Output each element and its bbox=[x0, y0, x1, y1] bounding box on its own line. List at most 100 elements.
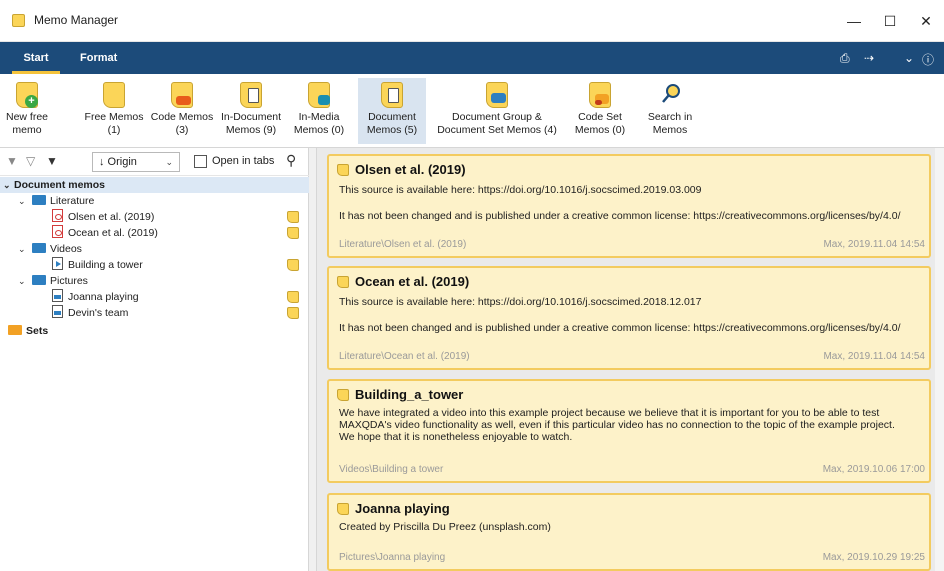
tree-item-ocean[interactable]: Ocean et al. (2019) bbox=[52, 225, 158, 241]
pane-splitter[interactable] bbox=[309, 148, 317, 571]
image-document-icon bbox=[52, 305, 63, 318]
memo-icon bbox=[337, 276, 349, 288]
free-memos-icon bbox=[103, 82, 125, 108]
memo-title: Olsen et al. (2019) bbox=[355, 162, 466, 177]
tab-format[interactable]: Format bbox=[80, 42, 117, 74]
code-memos-button[interactable]: Code Memos (3) bbox=[150, 78, 214, 144]
memo-path: Videos\Building a tower bbox=[339, 464, 444, 475]
new-free-memo-button[interactable]: + New free memo bbox=[4, 78, 50, 144]
memo-text-line: We hope that it is nonetheless enjoyable… bbox=[339, 431, 573, 443]
folder-icon bbox=[32, 195, 46, 205]
memo-icon bbox=[337, 503, 349, 515]
memo-text-line: This source is available here: https://d… bbox=[339, 184, 702, 196]
help-icon[interactable]: ⓘ bbox=[922, 51, 934, 68]
app-memo-icon bbox=[12, 14, 25, 27]
maximize-button[interactable]: ☐ bbox=[872, 8, 908, 34]
filter-clear-icon[interactable]: ▽ bbox=[26, 154, 35, 168]
memo-title: Ocean et al. (2019) bbox=[355, 274, 470, 289]
sets-folder-icon bbox=[8, 325, 22, 335]
memo-text-line: It has not been changed and is published… bbox=[339, 322, 901, 334]
title-bar: Memo Manager — ☐ ✕ bbox=[0, 0, 944, 42]
pdf-document-icon bbox=[52, 225, 63, 238]
memo-author-date: Max, 2019.10.06 17:00 bbox=[822, 464, 925, 475]
search-in-memos-button[interactable]: Search in Memos bbox=[644, 78, 696, 144]
export-icon[interactable]: ⇢ bbox=[864, 51, 874, 65]
in-document-memos-button[interactable]: In-Document Memos (9) bbox=[218, 78, 284, 144]
collapse-icon[interactable]: ⌄ bbox=[3, 177, 11, 193]
memo-title: Building_a_tower bbox=[355, 387, 464, 402]
tree-item-joanna-playing[interactable]: Joanna playing bbox=[52, 289, 139, 305]
tree-item-building-a-tower[interactable]: Building a tower bbox=[52, 257, 143, 273]
memo-icon bbox=[337, 164, 349, 176]
vertical-scrollbar[interactable] bbox=[935, 148, 944, 571]
print-icon[interactable]: ⎙ bbox=[840, 51, 850, 66]
ribbon: + New free memo Free Memos (1) Code Memo… bbox=[0, 74, 944, 148]
memo-card[interactable]: Olsen et al. (2019) This source is avail… bbox=[327, 154, 931, 258]
memo-card[interactable]: Ocean et al. (2019) This source is avail… bbox=[327, 266, 931, 370]
document-memos-button[interactable]: Document Memos (5) bbox=[358, 78, 426, 144]
tree-toolbar: ▼ ▽ ▼ ↓ Origin ⌄ Open in tabs ⚲ bbox=[0, 148, 309, 176]
memo-tree-pane: ▼ ▽ ▼ ↓ Origin ⌄ Open in tabs ⚲ ⌄ Docume… bbox=[0, 148, 309, 571]
tree-sets[interactable]: Sets bbox=[8, 323, 48, 339]
tree-item-olsen[interactable]: Olsen et al. (2019) bbox=[52, 209, 154, 225]
memo-path: Literature\Ocean et al. (2019) bbox=[339, 351, 470, 362]
filter-icon[interactable]: ▼ bbox=[46, 154, 58, 168]
document-memos-icon bbox=[381, 82, 403, 108]
collapse-icon[interactable]: ⌄ bbox=[18, 193, 26, 209]
code-memos-icon bbox=[171, 82, 193, 108]
memo-icon[interactable] bbox=[287, 227, 299, 239]
memo-icon bbox=[337, 389, 349, 401]
memo-text-line: It has not been changed and is published… bbox=[339, 210, 901, 222]
memo-title: Joanna playing bbox=[355, 501, 450, 516]
code-set-memos-icon bbox=[589, 82, 611, 108]
memo-author-date: Max, 2019.11.04 14:54 bbox=[823, 239, 925, 250]
close-button[interactable]: ✕ bbox=[908, 8, 944, 34]
tree-item-devins-team[interactable]: Devin's team bbox=[52, 305, 128, 321]
tree-folder-literature[interactable]: ⌄ Literature bbox=[18, 193, 94, 209]
free-memos-button[interactable]: Free Memos (1) bbox=[84, 78, 144, 144]
ribbon-tab-bar: Start Format ⎙ ⇢ ⌄ ⓘ bbox=[0, 42, 944, 74]
tree-root-document-memos[interactable]: ⌄ Document memos bbox=[0, 177, 309, 193]
filter-reset-icon[interactable]: ▼ bbox=[6, 154, 18, 168]
chevron-down-icon: ⌄ bbox=[165, 157, 173, 167]
memo-text-line: This source is available here: https://d… bbox=[339, 296, 702, 308]
code-set-memos-button[interactable]: Code Set Memos (0) bbox=[570, 78, 630, 144]
tab-start[interactable]: Start bbox=[12, 42, 60, 74]
memo-text-line: Created by Priscilla Du Preez (unsplash.… bbox=[339, 521, 551, 533]
document-group-memos-icon bbox=[486, 82, 508, 108]
in-media-memos-button[interactable]: In-Media Memos (0) bbox=[288, 78, 350, 144]
folder-icon bbox=[32, 243, 46, 253]
in-media-memos-icon bbox=[308, 82, 330, 108]
image-document-icon bbox=[52, 289, 63, 302]
open-in-tabs-label: Open in tabs bbox=[212, 155, 275, 167]
memo-icon[interactable] bbox=[287, 291, 299, 303]
in-document-memos-icon bbox=[240, 82, 262, 108]
chevron-down-icon[interactable]: ⌄ bbox=[904, 51, 914, 65]
memo-author-date: Max, 2019.10.29 19:25 bbox=[822, 552, 925, 563]
memo-text-line: MAXQDA's video functionality as well, ev… bbox=[339, 419, 895, 431]
memo-card[interactable]: Joanna playing Created by Priscilla Du P… bbox=[327, 493, 931, 571]
pdf-document-icon bbox=[52, 209, 63, 222]
sort-origin-dropdown[interactable]: ↓ Origin ⌄ bbox=[92, 152, 180, 172]
memo-icon[interactable] bbox=[287, 211, 299, 223]
memo-icon[interactable] bbox=[287, 307, 299, 319]
minimize-button[interactable]: — bbox=[836, 8, 872, 34]
search-memos-icon bbox=[659, 82, 681, 108]
tree-folder-pictures[interactable]: ⌄ Pictures bbox=[18, 273, 88, 289]
folder-icon bbox=[32, 275, 46, 285]
memo-author-date: Max, 2019.11.04 14:54 bbox=[823, 351, 925, 362]
memo-path: Pictures\Joanna playing bbox=[339, 552, 446, 563]
tree-folder-videos[interactable]: ⌄ Videos bbox=[18, 241, 82, 257]
collapse-icon[interactable]: ⌄ bbox=[18, 241, 26, 257]
collapse-icon[interactable]: ⌄ bbox=[18, 273, 26, 289]
open-in-tabs-checkbox[interactable] bbox=[194, 155, 207, 168]
video-document-icon bbox=[52, 257, 63, 270]
memo-card[interactable]: Building_a_tower We have integrated a vi… bbox=[327, 379, 931, 483]
new-memo-icon: + bbox=[16, 82, 38, 108]
memo-path: Literature\Olsen et al. (2019) bbox=[339, 239, 467, 250]
search-icon[interactable]: ⚲ bbox=[286, 152, 296, 169]
window-title: Memo Manager bbox=[34, 13, 119, 27]
memo-list-pane: Olsen et al. (2019) This source is avail… bbox=[317, 148, 944, 571]
document-group-memos-button[interactable]: Document Group & Document Set Memos (4) bbox=[434, 78, 560, 144]
memo-icon[interactable] bbox=[287, 259, 299, 271]
